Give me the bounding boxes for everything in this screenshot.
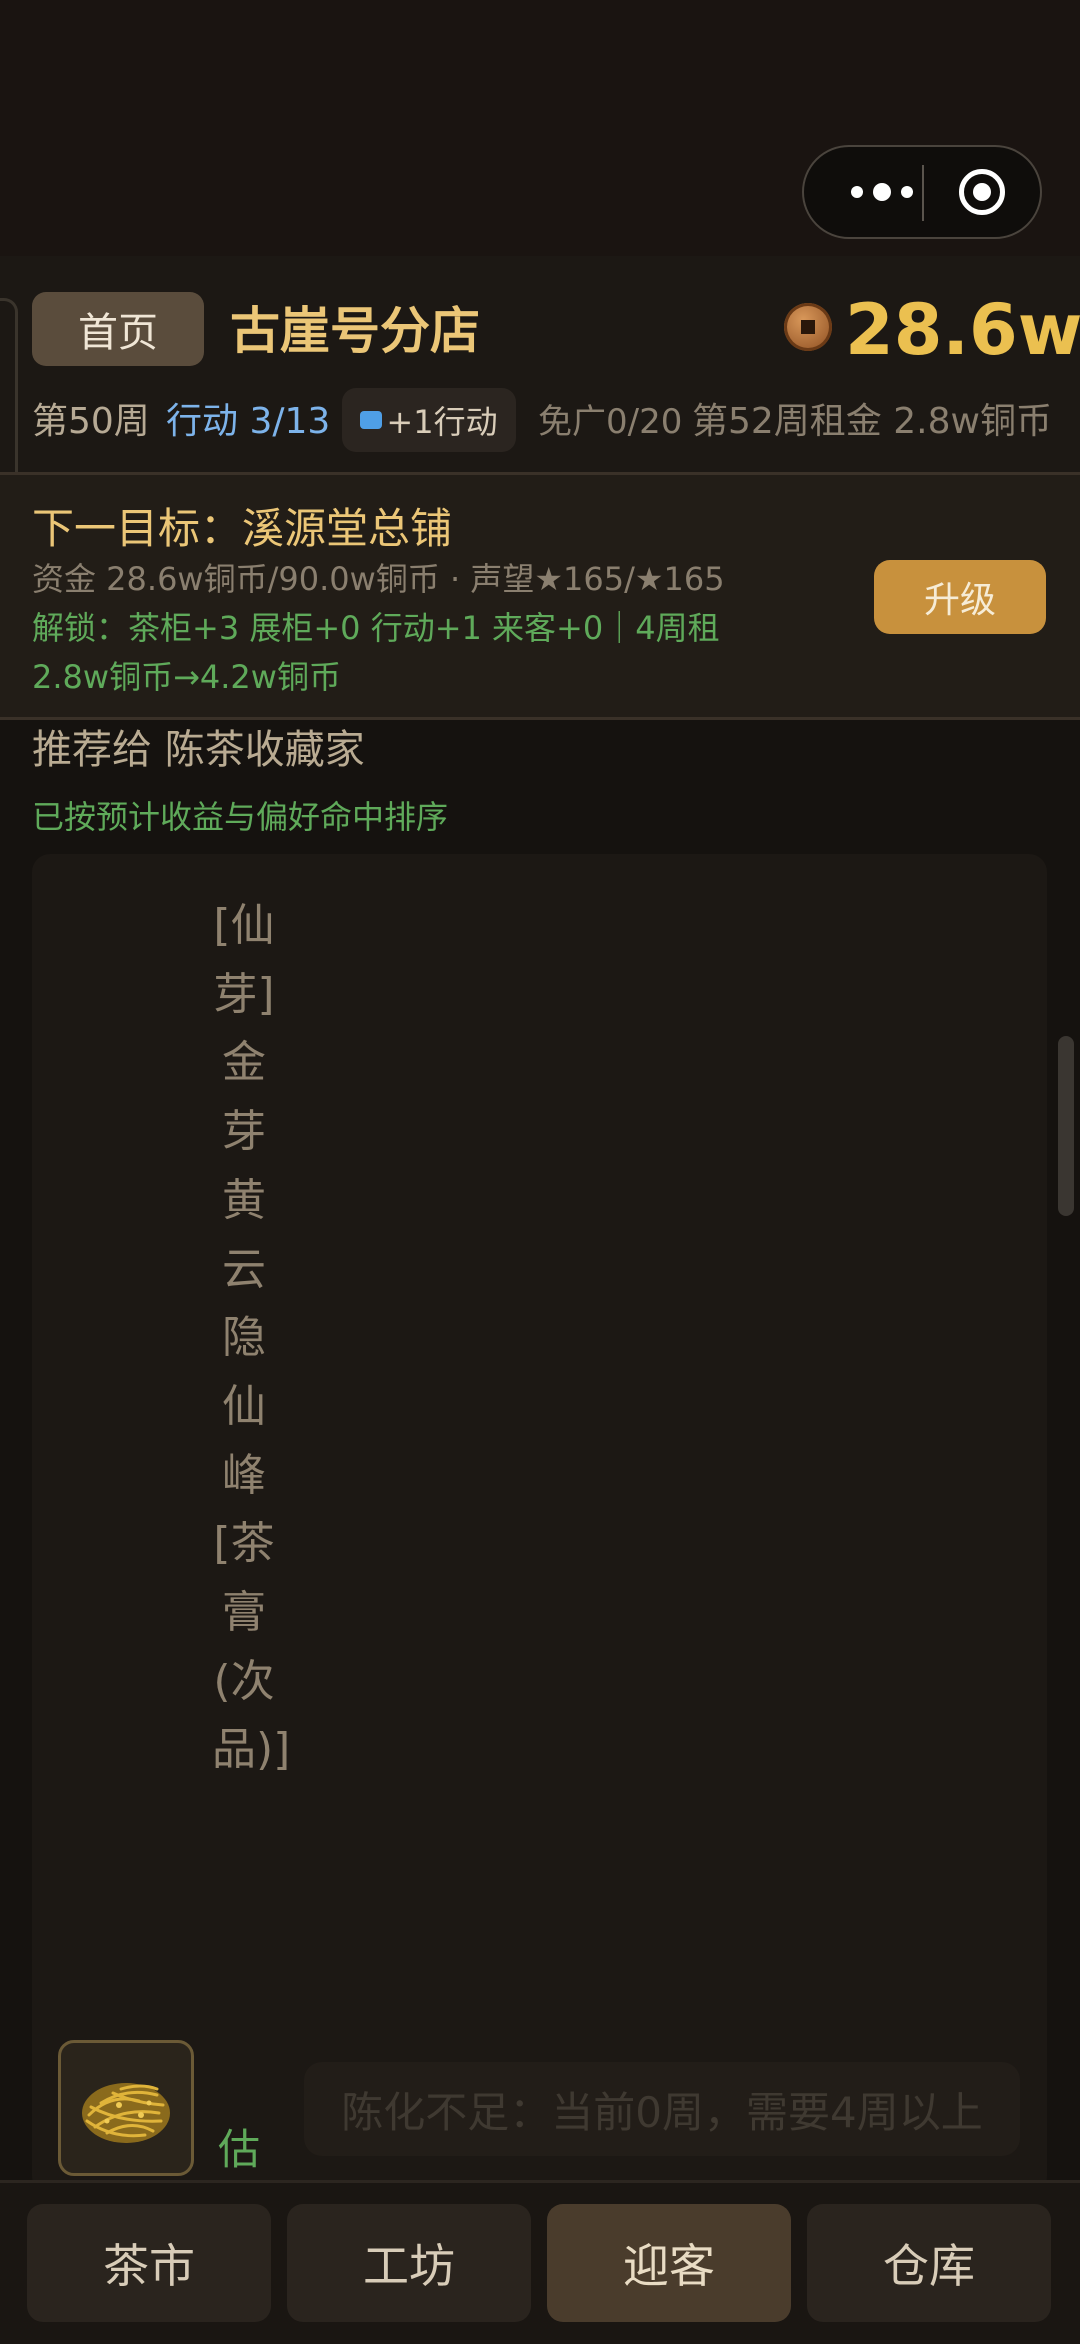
goal-funds: 资金 28.6w铜币/90.0w铜币 · 声望★165/★165 (32, 560, 725, 598)
nav-tea-market[interactable]: 茶市 (27, 2204, 271, 2322)
shop-name: 古崖号分店 (230, 302, 480, 360)
week-counter: 第50周 (32, 401, 150, 442)
recommend-subtitle: 已按预计收益与偏好命中排序 (32, 798, 449, 836)
nav-workshop[interactable]: 工坊 (287, 2204, 531, 2322)
rent-info: 第52周租金 2.8w铜币 (692, 401, 1052, 442)
goal-unlock: 解锁：茶柜+3 展柜+0 行动+1 来客+0｜4周租2.8w铜币→4.2w铜币 (32, 609, 720, 696)
aging-insufficient-button[interactable]: 陈化不足：当前0周，需要4周以上 (304, 2062, 1020, 2156)
product-card (32, 854, 1047, 2194)
product-name: [仙芽]金芽黄云隐仙峰[茶膏(次品)] (212, 900, 291, 1776)
estimate-label: 估 (218, 2125, 261, 2174)
target-circle-icon[interactable] (959, 169, 1005, 215)
money-amount: 28.6w (845, 289, 1080, 371)
mini-program-capsule (802, 145, 1042, 239)
copper-coin-icon (784, 303, 832, 351)
free-ad-counter: 免广0/20 (538, 402, 683, 442)
action-counter: 行动 3/13 (166, 401, 331, 442)
recommend-title: 推荐给 陈茶收藏家 (32, 727, 365, 773)
ad-action-label: +1行动 (386, 403, 498, 441)
nav-warehouse[interactable]: 仓库 (807, 2204, 1051, 2322)
more-dots-icon[interactable] (834, 169, 930, 215)
goal-title: 下一目标：溪源堂总铺 (32, 504, 453, 553)
home-button[interactable]: 首页 (32, 292, 204, 366)
video-ad-icon (360, 411, 383, 429)
golden-tea-leaves-icon (58, 2040, 194, 2176)
watch-ad-action-button[interactable]: +1行动 (342, 388, 516, 452)
scrollbar[interactable] (1058, 1036, 1074, 1216)
upgrade-button[interactable]: 升级 (874, 560, 1046, 634)
capsule-divider (922, 165, 924, 221)
nav-receive-guests[interactable]: 迎客 (547, 2204, 791, 2322)
